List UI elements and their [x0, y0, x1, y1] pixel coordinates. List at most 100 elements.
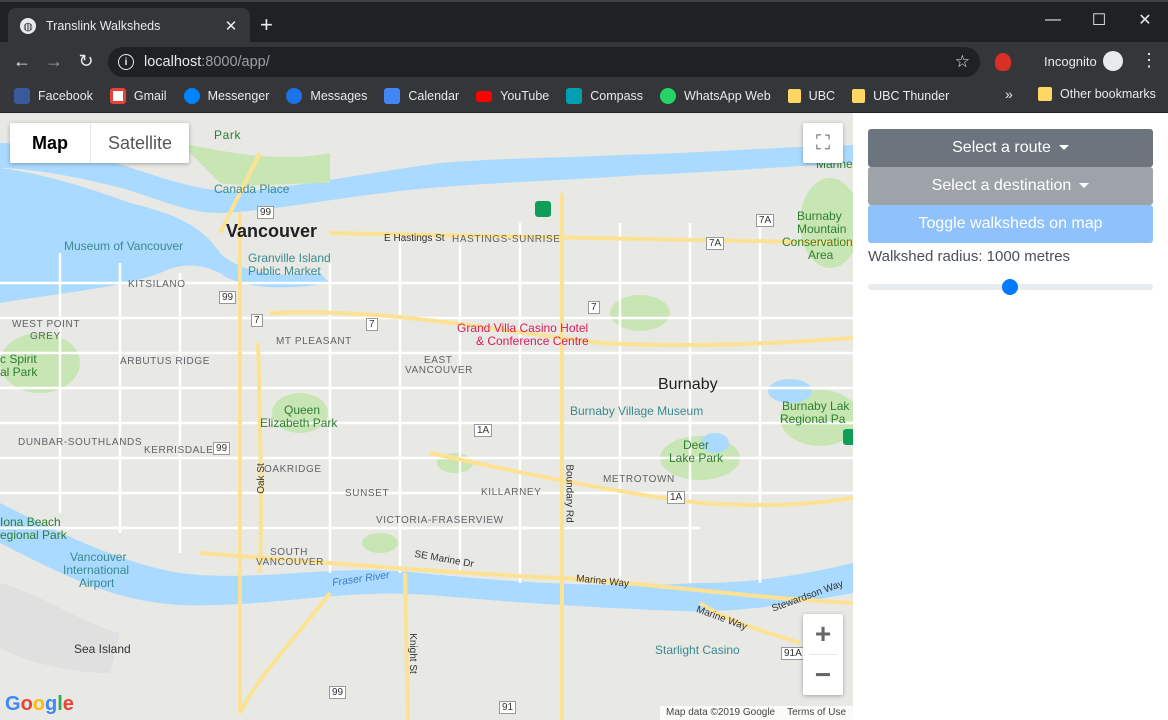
menu-icon[interactable]: ⋮	[1140, 50, 1158, 71]
select-route-label: Select a route	[952, 139, 1051, 156]
map-label: Starlight Casino	[655, 643, 740, 657]
bookmark-calendar[interactable]: Calendar	[384, 88, 459, 104]
bookmark-label: Facebook	[38, 89, 93, 103]
map-label: Vancouver	[226, 221, 318, 241]
folder-icon	[1038, 87, 1052, 101]
bookmark-youtube[interactable]: YouTube	[476, 89, 549, 103]
select-route-button[interactable]: Select a route	[868, 129, 1153, 167]
map-label: METROTOWN	[603, 474, 675, 485]
map-label: MT PLEASANT	[276, 336, 352, 347]
highway-shield: 7	[366, 318, 378, 331]
compass-icon	[566, 88, 583, 104]
bookmark-label: Calendar	[408, 89, 460, 103]
select-destination-button[interactable]: Select a destination	[868, 167, 1153, 205]
google-logo[interactable]: Google	[5, 693, 74, 716]
map-label: International	[63, 563, 130, 577]
bookmark-messages[interactable]: Messages	[286, 88, 367, 104]
browser-titlebar: ◍ Translink Walksheds ✕ + — ☐ ✕	[0, 0, 1168, 44]
maximize-button[interactable]: ☐	[1076, 6, 1122, 34]
bookmark-label: Messages	[310, 89, 368, 103]
map-label: Elizabeth Park	[260, 416, 338, 430]
zoom-in-button[interactable]: +	[803, 614, 843, 654]
forward-icon[interactable]: →	[42, 50, 66, 72]
map-tiles	[0, 113, 853, 720]
select-destination-label: Select a destination	[931, 177, 1072, 194]
map-label: GREY	[30, 331, 61, 342]
extension-icon[interactable]	[995, 53, 1011, 71]
calendar-icon	[384, 88, 401, 104]
map-label: HASTINGS-SUNRISE	[452, 234, 561, 245]
zoom-control: + −	[803, 614, 843, 695]
map-label: Burnaby	[797, 209, 842, 223]
bookmark-whatsapp[interactable]: WhatsApp Web	[660, 88, 771, 104]
zoom-out-button[interactable]: −	[803, 655, 843, 695]
highway-shield: 99	[219, 291, 237, 304]
bookmark-gmail[interactable]: Gmail	[109, 88, 167, 104]
map-label: ARBUTUS RIDGE	[120, 356, 211, 367]
map-label: KERRISDALE	[144, 445, 214, 456]
other-bookmarks[interactable]: Other bookmarks	[1038, 87, 1156, 101]
map-label: Queen	[284, 403, 321, 417]
close-tab-icon[interactable]: ✕	[222, 17, 240, 35]
map-label: Burnaby Village Museum	[570, 404, 704, 418]
map-label: E Hastings St	[384, 233, 445, 244]
map-label: OAKRIDGE	[264, 464, 322, 475]
map-canvas[interactable]: Park Canada Place Vancouver Museum of Va…	[0, 113, 853, 720]
bookmark-label: Messenger	[207, 89, 270, 103]
map-type-map-button[interactable]: Map	[10, 123, 91, 163]
map-label: & Conference Centre	[476, 334, 589, 348]
bookmark-star-icon[interactable]: ☆	[955, 52, 970, 72]
bookmark-facebook[interactable]: Facebook	[14, 88, 93, 104]
map-data-text: Map data ©2019 Google	[666, 707, 776, 718]
incognito-icon[interactable]	[1103, 51, 1123, 71]
info-icon[interactable]: i	[118, 54, 134, 70]
bookmark-compass[interactable]: Compass	[566, 88, 643, 104]
gmail-icon	[109, 88, 126, 104]
new-tab-button[interactable]: +	[260, 14, 273, 36]
back-icon[interactable]: ←	[10, 50, 34, 72]
terms-link[interactable]: Terms of Use	[787, 707, 846, 718]
highway-shield: 99	[213, 442, 231, 455]
map-attribution: Map data ©2019 Google Terms of Use	[660, 706, 853, 720]
map-label: Conservation	[782, 235, 853, 249]
map-label: VICTORIA-FRASERVIEW	[376, 515, 504, 526]
bookmark-label: YouTube	[500, 89, 550, 103]
highway-shield: 91	[499, 701, 517, 714]
highway-shield: 7A	[756, 214, 775, 227]
walkshed-radius-label: Walkshed radius: 1000 metres	[868, 248, 1071, 265]
map-label: Burnaby	[658, 376, 718, 393]
toggle-walksheds-button[interactable]: Toggle walksheds on map	[868, 205, 1153, 243]
map-label: WEST POINT	[12, 319, 81, 330]
reload-icon[interactable]: ↻	[74, 50, 98, 72]
minimize-button[interactable]: —	[1030, 6, 1076, 34]
map-label: al Park	[0, 365, 38, 379]
map-label: Canada Place	[214, 182, 290, 196]
map-type-satellite-button[interactable]: Satellite	[91, 123, 189, 163]
map-label: Sea Island	[74, 642, 131, 656]
highway-shield: 1A	[474, 424, 493, 437]
caret-down-icon	[1058, 145, 1069, 151]
close-window-button[interactable]: ✕	[1122, 6, 1168, 34]
tab-title: Translink Walksheds	[46, 19, 161, 33]
address-bar[interactable]: i localhost:8000/app/ ☆	[108, 47, 980, 77]
url-host: localhost	[144, 54, 202, 70]
other-bookmarks-label: Other bookmarks	[1060, 87, 1156, 101]
fullscreen-icon[interactable]: ⛶	[803, 123, 843, 163]
youtube-icon	[476, 90, 493, 102]
browser-tab[interactable]: ◍ Translink Walksheds ✕	[8, 8, 250, 44]
map-label: Knight St	[406, 633, 418, 674]
map-label: Granville Island	[248, 251, 331, 265]
map-label: Deer	[683, 438, 710, 452]
bookmark-messenger[interactable]: Messenger	[183, 88, 270, 104]
highway-shield: 91A	[781, 647, 805, 660]
bookmark-ubc-thunder[interactable]: UBC Thunder	[852, 89, 949, 103]
bookmark-ubc[interactable]: UBC	[787, 89, 835, 103]
more-bookmarks-icon[interactable]: »	[1005, 86, 1013, 102]
map-label: Oak St	[255, 463, 267, 494]
facebook-icon	[14, 88, 30, 104]
highway-shield: 99	[329, 686, 347, 699]
folder-icon	[852, 89, 866, 103]
slider-thumb[interactable]	[1002, 279, 1018, 295]
map-label: Grand Villa Casino Hotel	[457, 321, 589, 335]
browser-toolbar: ← → ↻ i localhost:8000/app/ ☆ Incognito …	[0, 42, 1168, 80]
